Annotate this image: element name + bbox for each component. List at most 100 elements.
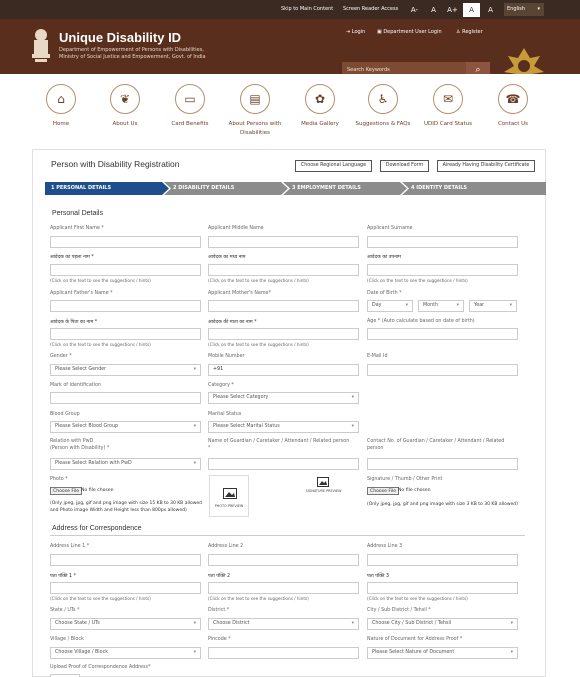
step-disability-details[interactable]: 2 DISABILITY DETAILS	[167, 182, 234, 195]
state-label: State / UTs *	[50, 608, 80, 613]
identification-input[interactable]	[50, 392, 201, 404]
state-select[interactable]: Choose State / UTs	[50, 618, 201, 630]
nav-about-us[interactable]: ❦ About Us	[90, 84, 160, 129]
dob-label: Date of Birth *	[367, 291, 402, 296]
relation-select[interactable]: Please Select Relation with PwD	[50, 458, 201, 470]
surname-hi-label: आवेदक का उपनाम	[367, 255, 401, 260]
theme-light-button[interactable]: A	[463, 3, 480, 17]
guardian-contact-input[interactable]	[367, 458, 518, 470]
city-select[interactable]: Choose City / Sub District / Tehsil	[367, 618, 518, 630]
guardian-contact-label: Contact No. of Guardian / Caretaker / At…	[367, 439, 505, 444]
surname-input[interactable]	[367, 236, 518, 248]
middle-name-hi-input[interactable]	[208, 264, 359, 276]
signature-preview: SIGNATURE PREVIEW	[301, 475, 346, 497]
village-select[interactable]: Choose Village / Block	[50, 647, 201, 659]
address-line3-hi-input[interactable]	[367, 582, 518, 594]
guardian-label: Name of Guardian / Caretaker / Attendant…	[208, 439, 350, 444]
step-personal-details[interactable]: 1 PERSONAL DETAILS	[45, 182, 111, 195]
mobile-label: Mobile Number	[208, 354, 245, 359]
email-input[interactable]	[367, 364, 518, 376]
surname-hi-input[interactable]	[367, 264, 518, 276]
login-link[interactable]: ⇥ Login	[346, 29, 365, 35]
nav-suggestions-faqs[interactable]: ♿ Suggestions & FAQs	[348, 84, 418, 129]
nature-document-select[interactable]: Please Select Nature of Document	[367, 647, 518, 659]
login-icon: ⇥	[346, 29, 351, 35]
father-name-hi-input[interactable]	[50, 328, 201, 340]
nav-home[interactable]: ⌂ Home	[26, 84, 96, 129]
village-label: Village / Block	[50, 637, 84, 642]
address-line2-hi-input[interactable]	[208, 582, 359, 594]
district-select[interactable]: Choose District	[208, 618, 359, 630]
hint-text[interactable]: (Click on the text to see the suggestion…	[208, 342, 309, 347]
hint-text[interactable]: (Click on the text to see the suggestion…	[50, 596, 151, 601]
address-line2-label: Address Line 2	[208, 544, 244, 549]
font-increase-button[interactable]: A+	[444, 3, 461, 17]
top-utility-bar: Skip to Main Content Screen Reader Acces…	[0, 0, 580, 19]
mother-name-hi-label: आवेदक की माता का नाम *	[208, 320, 257, 325]
language-select[interactable]: English ▾	[504, 3, 544, 16]
dob-month-select[interactable]: Month	[418, 300, 464, 312]
address-line1-hi-input[interactable]	[50, 582, 201, 594]
pincode-input[interactable]	[208, 647, 359, 659]
address-line2-hi-label: पता पंक्ति 2	[208, 574, 231, 579]
address-line3-input[interactable]	[367, 554, 518, 566]
hint-text[interactable]: (Click on the text to see the suggestion…	[208, 596, 309, 601]
theme-dark-button[interactable]: A	[482, 3, 499, 17]
mother-name-hi-input[interactable]	[208, 328, 359, 340]
card-icon: ▭	[175, 84, 205, 114]
mobile-input[interactable]: +91	[208, 364, 359, 376]
address-line2-input[interactable]	[208, 554, 359, 566]
dob-year-select[interactable]: Year	[469, 300, 517, 312]
step-employment-details[interactable]: 3 EMPLOYMENT DETAILS	[286, 182, 361, 195]
first-name-label: Applicant First Name *	[50, 226, 104, 231]
category-label: Category *	[208, 383, 234, 388]
nav-media-gallery[interactable]: ✿ Media Gallery	[285, 84, 355, 129]
leaf-icon: ❦	[110, 84, 140, 114]
image-placeholder-icon	[317, 477, 329, 487]
email-label: E-Mail Id	[367, 354, 388, 359]
hint-text[interactable]: (Click on the text to see the suggestion…	[50, 278, 151, 283]
nav-about-pwd[interactable]: ▤ About Persons with Disabilities	[220, 84, 290, 138]
hint-text[interactable]: (Click on the text to see the suggestion…	[367, 596, 468, 601]
download-form-button[interactable]: Download Form	[380, 160, 429, 172]
nav-contact-us[interactable]: ☎ Contact Us	[478, 84, 548, 129]
building-icon: ▣	[377, 29, 382, 35]
department-login-link[interactable]: ▣ Department User Login	[377, 29, 442, 35]
middle-name-input[interactable]	[208, 236, 359, 248]
first-name-hi-input[interactable]	[50, 264, 201, 276]
father-name-input[interactable]	[50, 300, 201, 312]
dob-day-select[interactable]: Day	[367, 300, 413, 312]
signature-choose-file-button[interactable]: Choose File	[367, 487, 400, 495]
pincode-label: Pincode *	[208, 637, 231, 642]
screen-reader-link[interactable]: Screen Reader Access	[343, 6, 398, 12]
hint-text[interactable]: (Click on the text to see the suggestion…	[208, 278, 309, 283]
step-identity-details[interactable]: 4 IDENTITY DETAILS	[405, 182, 467, 195]
already-certificate-button[interactable]: Already Having Disability Certificate	[437, 160, 535, 172]
home-icon: ⌂	[46, 84, 76, 114]
site-title[interactable]: Unique Disability ID	[59, 30, 181, 45]
address-line1-label: Address Line 1 *	[50, 544, 90, 549]
hint-text[interactable]: (Click on the text to see the suggestion…	[50, 342, 151, 347]
gender-select[interactable]: Please Select Gender	[50, 364, 201, 376]
mother-name-input[interactable]	[208, 300, 359, 312]
skip-to-main-link[interactable]: Skip to Main Content	[281, 6, 333, 12]
regional-language-button[interactable]: Choose Regional Language	[295, 160, 372, 172]
address-heading: Address for Correspondence	[52, 525, 142, 532]
guardian-name-input[interactable]	[208, 458, 359, 470]
nav-card-status[interactable]: ✉ UDID Card Status	[413, 84, 483, 129]
register-link[interactable]: ♙ Register	[456, 29, 483, 35]
nature-document-label: Nature of Document for Address Proof *	[367, 637, 463, 642]
nav-card-benefits[interactable]: ▭ Card Benefits	[155, 84, 225, 129]
address-line1-input[interactable]	[50, 554, 201, 566]
hint-text[interactable]: (Click on the text to see the suggestion…	[367, 278, 468, 283]
relation-label: Relation with PwD	[50, 439, 94, 444]
photo-choose-file-button[interactable]: Choose File	[50, 487, 83, 495]
blood-group-select[interactable]: Please Select Blood Group	[50, 421, 201, 433]
first-name-input[interactable]	[50, 236, 201, 248]
font-decrease-button[interactable]: A-	[406, 3, 423, 17]
marital-status-select[interactable]: Please Select Marital Status	[208, 421, 359, 433]
category-select[interactable]: Please Select Category	[208, 392, 359, 404]
font-normal-button[interactable]: A	[425, 3, 442, 17]
district-label: District *	[208, 608, 230, 613]
gender-label: Gender *	[50, 354, 72, 359]
